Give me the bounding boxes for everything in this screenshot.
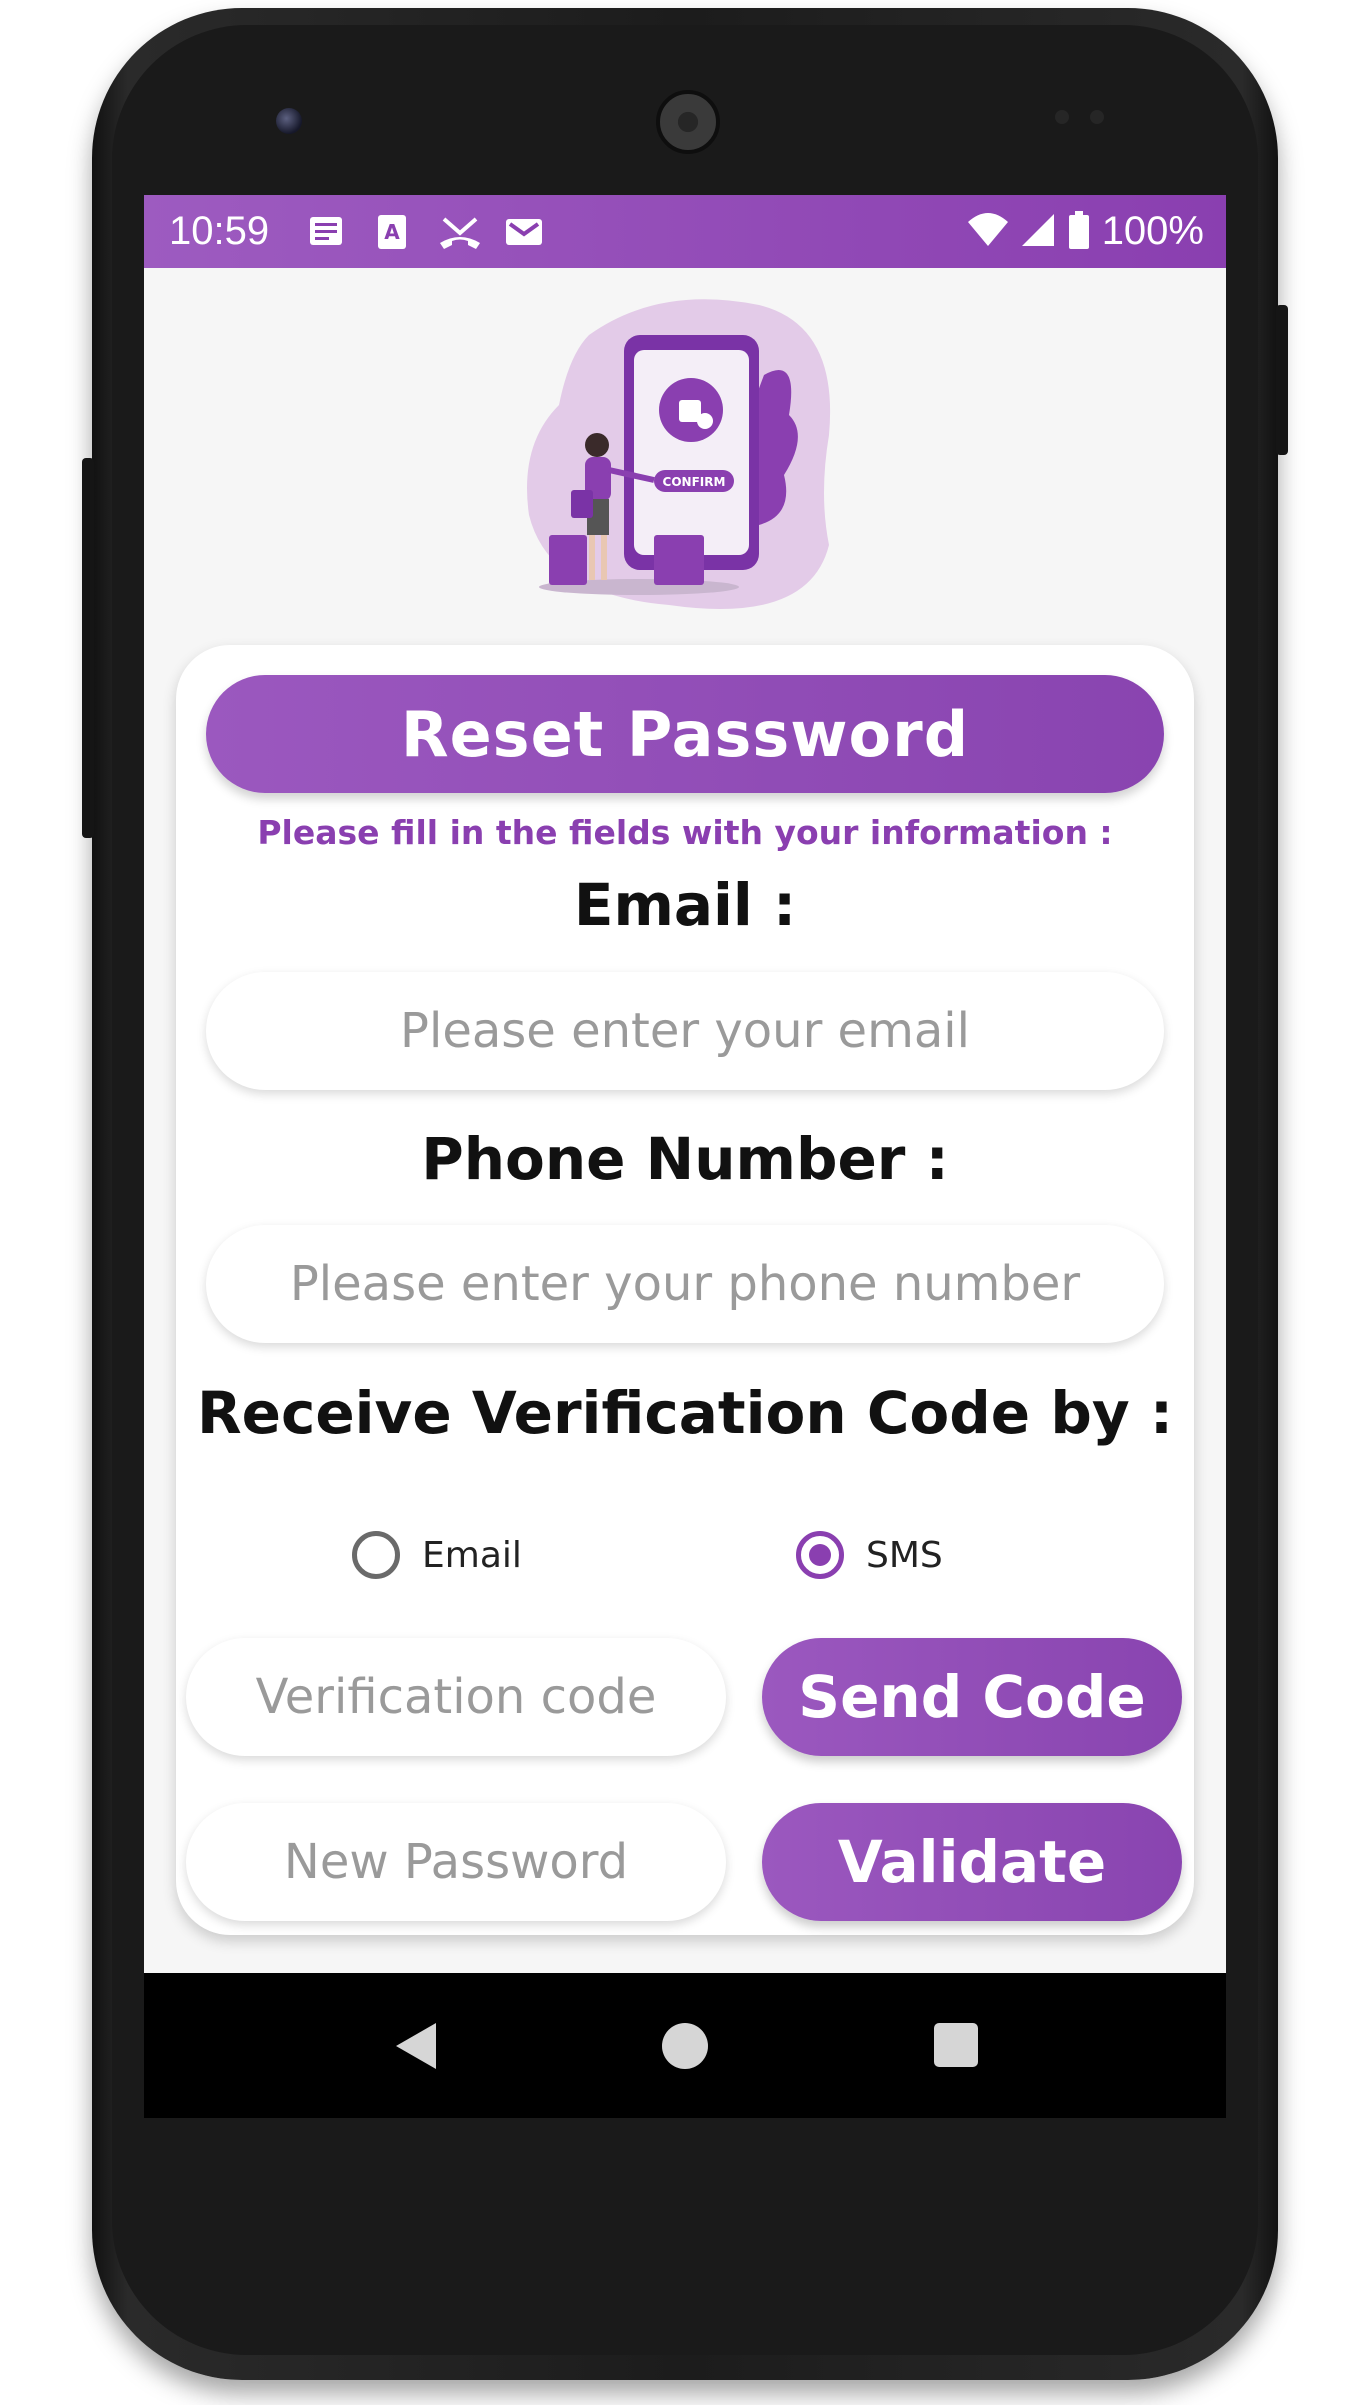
missed-call-icon [438,213,480,251]
phone-label: Phone Number : [421,1125,949,1193]
signal-icon [1020,212,1056,252]
proximity-sensor [1055,110,1069,124]
notification-icons: A [306,213,544,251]
volume-button [82,458,94,838]
wifi-icon [967,212,1008,252]
mail-icon [504,213,544,251]
earpiece-speaker [656,90,720,154]
battery-icon [1068,210,1090,253]
battery-percentage: 100% [1101,209,1204,253]
front-camera [276,108,302,134]
radio-email[interactable]: Email [352,1531,522,1579]
radio-email-circle[interactable] [352,1531,400,1579]
validate-button[interactable]: Validate [762,1803,1182,1921]
power-button [1276,305,1288,455]
form-subtitle: Please fill in the fields with your info… [257,813,1113,852]
radio-sms-circle[interactable] [796,1531,844,1579]
back-icon[interactable] [394,2021,438,2075]
confirm-text: CONFIRM [663,475,726,489]
app-screen: 10:59 A 100% CONFIRM Reset Password Plea… [144,195,1226,2118]
new-password-field[interactable]: New Password [186,1803,726,1921]
verification-method-group: Email SMS [176,1525,1194,1585]
radio-email-label: Email [422,1534,522,1576]
form-title: Reset Password [206,675,1164,793]
radio-sms[interactable]: SMS [796,1531,943,1579]
home-icon[interactable] [662,2023,708,2069]
navigation-bar [144,1973,1226,2118]
phone-field[interactable]: Please enter your phone number [206,1225,1164,1343]
status-bar: 10:59 A 100% [144,195,1226,268]
send-code-button[interactable]: Send Code [762,1638,1182,1756]
text-icon: A [372,213,412,251]
radio-sms-label: SMS [866,1534,943,1576]
email-field[interactable]: Please enter your email [206,972,1164,1090]
verification-method-label: Receive Verification Code by : [196,1379,1174,1447]
status-time: 10:59 [169,209,270,253]
svg-text:A: A [384,220,400,244]
verification-code-field[interactable]: Verification code [186,1638,726,1756]
light-sensor [1090,110,1104,124]
email-label: Email : [573,871,797,939]
system-icons: 100% [967,209,1204,254]
reset-password-illustration: CONFIRM [509,295,869,615]
reset-password-card: Reset Password Please fill in the fields… [176,645,1194,1935]
recent-apps-icon[interactable] [934,2023,978,2067]
notes-icon [306,213,346,251]
